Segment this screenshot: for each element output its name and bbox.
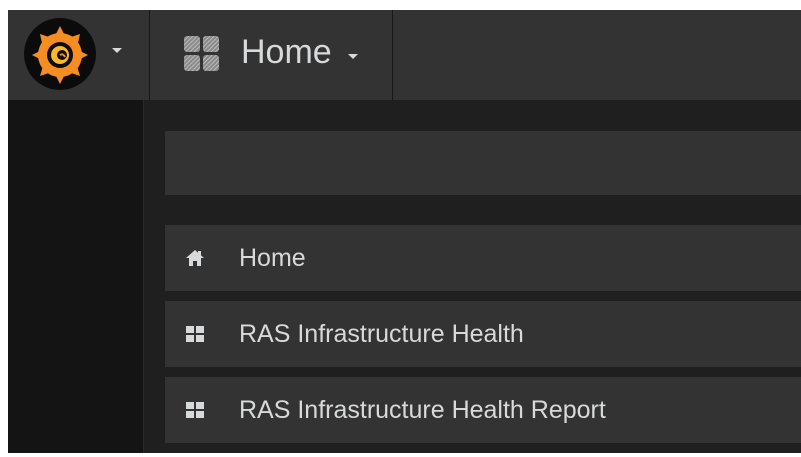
dashboard-search-panel: Home RAS Infrastructure Health RAS Infra… (144, 100, 801, 453)
dashboard-picker-button[interactable]: Home (150, 10, 393, 100)
search-result-ras-infrastructure-health[interactable]: RAS Infrastructure Health (165, 301, 801, 367)
result-label: RAS Infrastructure Health (239, 320, 524, 348)
result-label: Home (239, 244, 306, 272)
caret-down-icon (348, 54, 358, 59)
dashboard-title: Home (241, 33, 332, 71)
dashboard-icon (186, 326, 204, 342)
search-input[interactable] (165, 131, 801, 195)
caret-down-icon (112, 48, 122, 53)
dashboard-grid-icon (184, 36, 219, 71)
dashboard-icon (186, 402, 204, 418)
top-navbar: Home (8, 10, 801, 100)
grafana-menu-button[interactable] (8, 10, 150, 100)
home-icon (186, 250, 204, 266)
search-result-home[interactable]: Home (165, 225, 801, 291)
result-label: RAS Infrastructure Health Report (239, 396, 606, 424)
grafana-logo-icon (24, 18, 96, 90)
app-frame: Home Home RAS Infrastructure Health RAS … (8, 10, 801, 453)
search-result-ras-infrastructure-health-report[interactable]: RAS Infrastructure Health Report (165, 377, 801, 443)
side-menu (8, 100, 144, 453)
